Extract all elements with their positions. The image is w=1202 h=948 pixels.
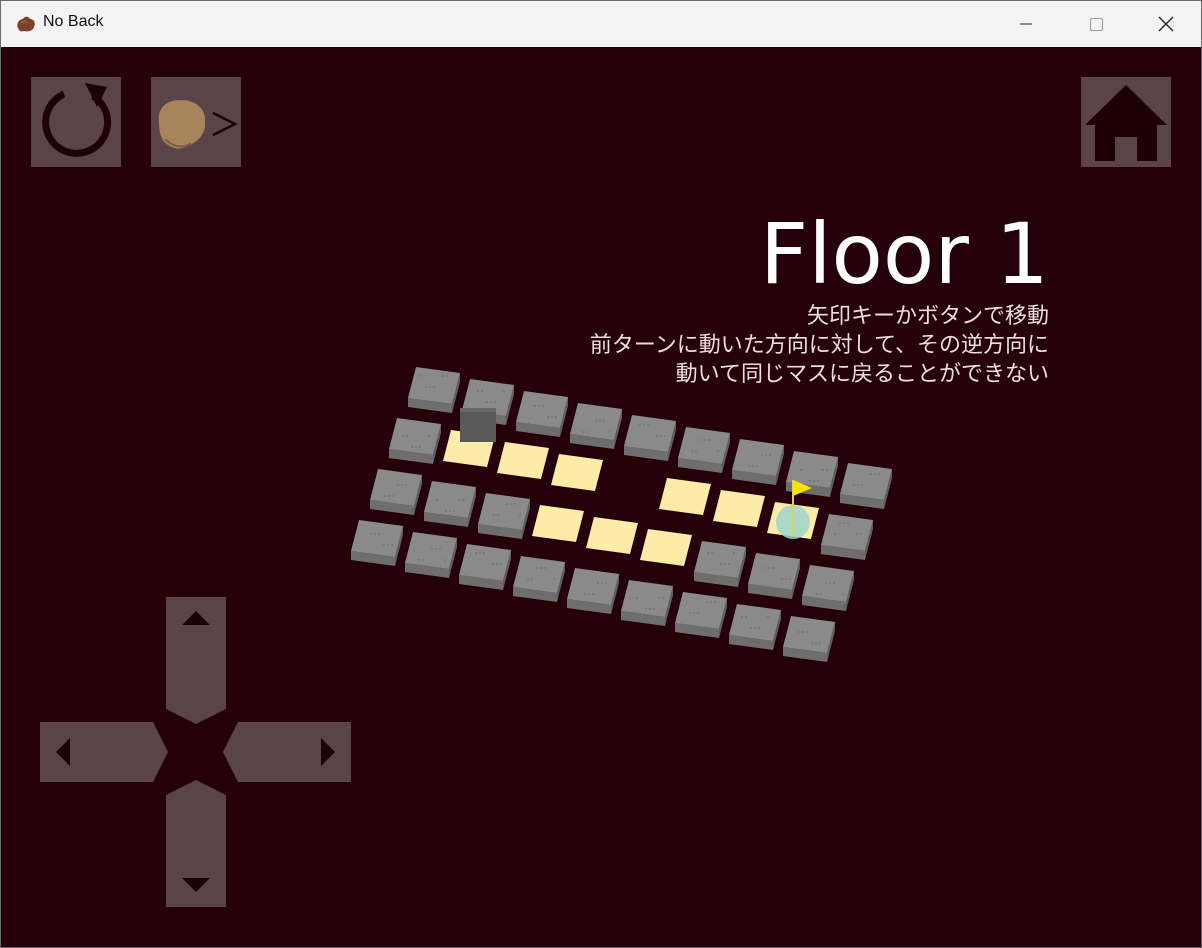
title-bar: No Back	[1, 1, 1201, 47]
floor-tile	[767, 502, 819, 539]
stone-tile	[694, 541, 746, 587]
stone-tile	[408, 367, 460, 413]
close-icon	[1158, 16, 1174, 32]
stone-tile	[462, 379, 514, 425]
flag-icon	[792, 480, 812, 536]
rock-icon	[17, 16, 35, 32]
stone-tile	[567, 568, 619, 614]
stone-tile	[459, 544, 511, 590]
dpad-up-button[interactable]	[166, 597, 228, 725]
maximize-icon	[1090, 18, 1103, 31]
dpad-down-button[interactable]	[166, 780, 228, 908]
stone-tile	[351, 520, 403, 566]
floor-tile	[497, 442, 549, 479]
stone-tile	[748, 553, 800, 599]
dpad-left-button[interactable]	[40, 722, 170, 784]
stone-tile	[478, 493, 530, 539]
restart-arrow-icon	[42, 83, 112, 157]
floor-tile	[443, 430, 495, 467]
player-arrow-icon	[158, 100, 238, 149]
dpad-right-button[interactable]	[223, 722, 353, 784]
game-area: Floor 1 矢印キーかボタンで移動 前ターンに動いた方向に対して、その逆方向…	[1, 47, 1201, 947]
minimize-button[interactable]	[991, 1, 1061, 47]
stone-tile	[624, 415, 676, 461]
stone-tile	[821, 514, 873, 560]
stone-tile	[424, 481, 476, 527]
restart-button[interactable]	[31, 77, 121, 167]
stone-tile	[516, 391, 568, 437]
goal-glow	[776, 505, 810, 539]
maximize-button[interactable]	[1061, 1, 1131, 47]
stone-tile	[729, 604, 781, 650]
home-button[interactable]	[1081, 77, 1171, 167]
stone-tile	[675, 592, 727, 638]
stone-tile	[678, 427, 730, 473]
instruction-line: 矢印キーかボタンで移動	[806, 304, 1049, 329]
game-window: No Back Floor 1 矢印キーかボタンで移動 前ターンに動いた方向に対…	[0, 0, 1202, 948]
stone-tile	[513, 556, 565, 602]
floor-title: Floor 1	[759, 205, 1049, 303]
stone-tile	[621, 580, 673, 626]
instruction-line: 前ターンに動いた方向に対して、その逆方向に	[589, 333, 1049, 358]
floor-tile	[640, 529, 692, 566]
floor-tile	[551, 454, 603, 491]
stone-tile	[370, 469, 422, 515]
stone-tile	[840, 463, 892, 509]
stone-tile	[732, 439, 784, 485]
stone-tile	[405, 532, 457, 578]
close-button[interactable]	[1131, 1, 1201, 47]
instruction-line: 動いて同じマスに戻ることができない	[675, 362, 1049, 387]
stone-tile	[570, 403, 622, 449]
floor-tile	[713, 490, 765, 527]
floor-tile	[532, 505, 584, 542]
dark-cube	[460, 408, 496, 442]
stone-tile	[389, 418, 441, 464]
stone-tile	[783, 616, 835, 662]
floor-tile	[586, 517, 638, 554]
minimize-icon	[1020, 23, 1032, 25]
stone-tile	[786, 451, 838, 497]
house-icon	[1085, 85, 1167, 161]
skip-level-button[interactable]	[151, 77, 241, 167]
window-title: No Back	[43, 13, 104, 30]
floor-tile	[659, 478, 711, 515]
stone-tile	[802, 565, 854, 611]
